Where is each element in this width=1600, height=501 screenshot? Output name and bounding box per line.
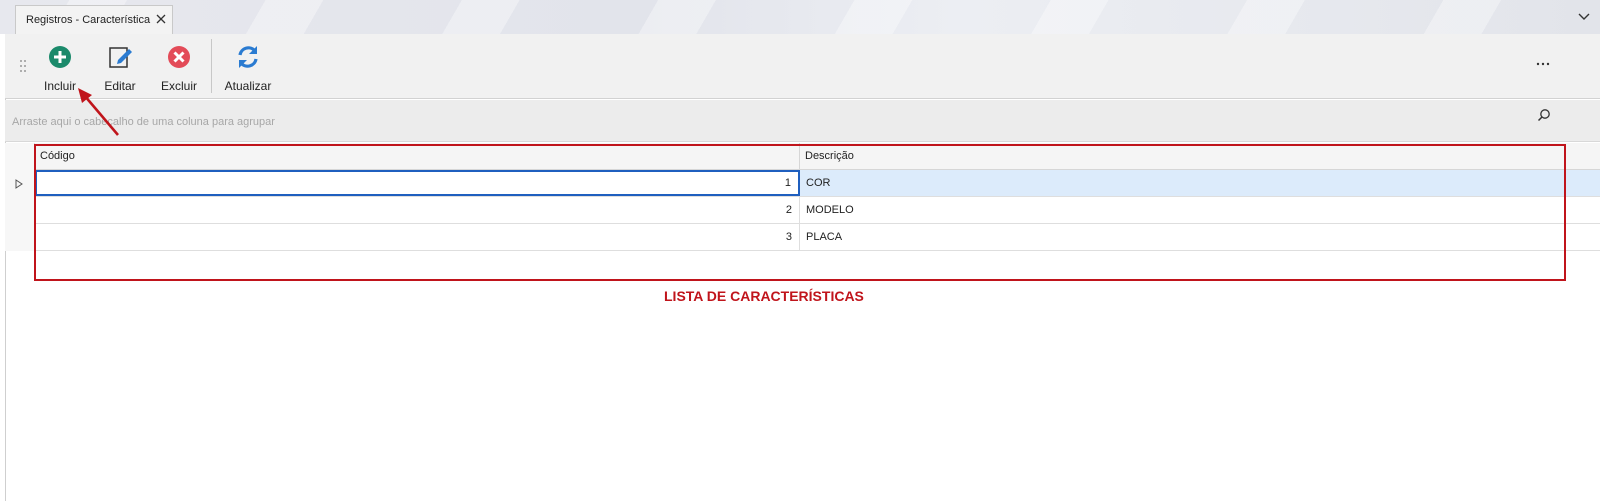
excluir-button[interactable]: Excluir — [157, 38, 201, 94]
grip-icon[interactable] — [19, 59, 27, 73]
edit-icon — [109, 47, 132, 68]
highlight-box — [34, 144, 1566, 281]
chevron-down-icon[interactable] — [1577, 10, 1591, 24]
group-panel-hint: Arraste aqui o cabeçalho de uma coluna p… — [12, 116, 275, 128]
close-icon[interactable] — [154, 12, 168, 26]
refresh-icon — [238, 46, 258, 68]
atualizar-label: Atualizar — [224, 79, 272, 93]
tab-label: Registros - Característica — [26, 14, 151, 26]
annotation-label: LISTA DE CARACTERÍSTICAS — [664, 288, 864, 304]
more-options-icon[interactable] — [1535, 56, 1551, 72]
tab-registros-caracteristica[interactable]: Registros - Característica — [15, 5, 173, 34]
search-icon[interactable] — [1537, 108, 1551, 122]
row-indicator-column — [5, 143, 35, 251]
tab-strip: Registros - Característica — [0, 0, 1600, 34]
group-panel[interactable]: Arraste aqui o cabeçalho de uma coluna p… — [5, 100, 1600, 142]
delete-icon — [168, 46, 190, 68]
toolbar-separator — [211, 39, 212, 93]
excluir-label: Excluir — [160, 79, 197, 93]
row-indicator-icon — [15, 179, 23, 189]
annotation-arrow — [78, 88, 119, 136]
atualizar-button[interactable]: Atualizar — [223, 38, 273, 94]
toolbar: Incluir Editar Excluir Atualizar — [5, 34, 1600, 99]
plus-circle-icon — [49, 46, 71, 68]
